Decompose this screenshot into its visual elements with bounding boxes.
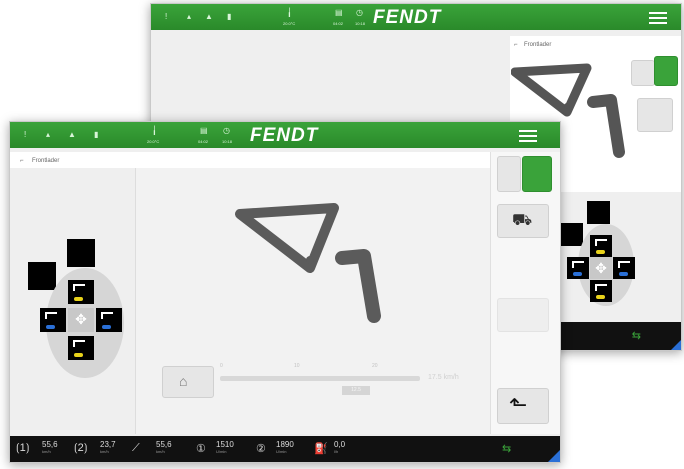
loader-icon: ⌐ — [514, 42, 518, 48]
fendt-logo: FENDT — [373, 7, 442, 28]
joystick-center-icon: ✥ — [590, 257, 612, 279]
loader-icon: ⌐ — [20, 158, 24, 164]
temp-label: 20.0°C — [147, 139, 160, 144]
cycle-icon[interactable]: ⇆ — [632, 329, 641, 342]
temp-label: 20.0°C — [283, 21, 296, 26]
black-square — [587, 201, 610, 224]
front-window: ! ▴ ▲ ▮ ╽ 20.0°C ▤ 04:02 ◷ 10:18 FENDT ⌐… — [9, 121, 561, 463]
corner-indicator — [548, 450, 560, 462]
section-title: Frontlader — [32, 158, 60, 164]
joystick-up-button[interactable] — [68, 280, 94, 304]
slider-tick: 10 — [294, 363, 300, 369]
clock-icon: ◷ — [223, 126, 230, 135]
mode-button-left[interactable] — [497, 156, 521, 192]
bottom-item: 1510 U/min — [216, 440, 234, 454]
joystick-down-button[interactable] — [590, 280, 612, 302]
signal-icon: ▴ — [46, 130, 51, 139]
battery-icon: ▮ — [94, 130, 99, 139]
black-square — [560, 223, 583, 246]
bottom-item: 55,6 km/h — [42, 440, 58, 454]
time-label: 10:18 — [355, 21, 366, 26]
bottom-bar: ⟮1⟯ 55,6 km/h ⟮2⟯ 23,7 km/h ⟋ 55,6 km/h ① 1… — [10, 436, 560, 462]
menu-button[interactable] — [519, 127, 537, 145]
cycle-icon[interactable]: ⇆ — [502, 442, 511, 455]
slider-tick: 0 — [220, 363, 223, 369]
pto-1-icon: ① — [196, 443, 206, 455]
mode-button-active[interactable] — [654, 56, 678, 86]
loader-mode-icon: ⌂ — [179, 373, 188, 389]
fuel-icon: ⛽ — [314, 443, 328, 455]
disabled-loader-button[interactable] — [497, 298, 549, 332]
thermometer-icon: ╽ — [152, 126, 157, 135]
rear-speed-icon: ⟮2⟯ — [74, 442, 88, 454]
status-icon: ! — [24, 130, 27, 139]
loader-button[interactable] — [637, 98, 673, 132]
slope-icon: ⟋ — [132, 442, 140, 454]
black-square — [28, 262, 56, 290]
mode-button-active[interactable] — [522, 156, 552, 192]
front-speed-icon: ⟮1⟯ — [16, 442, 30, 454]
back-button[interactable]: ⬑ — [497, 388, 549, 424]
back-topbar: ! ▴ ▲ ▮ ╽ 20.0°C ▤ 04:02 ◷ 10:18 FENDT — [151, 4, 681, 30]
menu-button[interactable] — [649, 9, 667, 27]
tractor-icon: ⛟ — [512, 212, 533, 229]
speed-readout: 17.5 km/h — [428, 374, 459, 381]
battery-icon: ▮ — [227, 12, 232, 21]
slider-tick: 20 — [372, 363, 378, 369]
bottom-item: 1890 U/min — [276, 440, 294, 454]
bottom-item: 0,0 l/h — [334, 440, 346, 454]
front-title-bar: ⌐ Frontlader — [10, 152, 490, 168]
status-label: 04:02 — [333, 21, 344, 26]
bottom-item: 55,6 km/h — [156, 440, 172, 454]
clock-icon: ◷ — [356, 8, 363, 17]
status-label: 04:02 — [198, 139, 209, 144]
joystick-panel: ✥ — [10, 168, 136, 434]
gauge-icon: ▤ — [200, 126, 208, 135]
back-title-bar: ⌐ Frontlader — [510, 36, 681, 52]
loader-mode-button[interactable]: ⌂ — [162, 366, 214, 398]
bottom-item: 23,7 km/h — [100, 440, 116, 454]
mode-button-left[interactable] — [631, 60, 655, 86]
fendt-logo: FENDT — [250, 125, 319, 146]
joystick-right-button[interactable] — [613, 257, 635, 279]
section-title: Frontlader — [524, 42, 552, 48]
thermometer-icon: ╽ — [287, 8, 292, 17]
front-topbar: ! ▴ ▲ ▮ ╽ 20.0°C ▤ 04:02 ◷ 10:18 FENDT — [10, 122, 560, 148]
joystick-down-button[interactable] — [68, 336, 94, 360]
network-icon: ▲ — [68, 130, 76, 139]
corner-indicator — [671, 340, 681, 350]
black-square — [67, 239, 95, 267]
status-icon: ! — [165, 12, 168, 21]
joystick-right-button[interactable] — [96, 308, 122, 332]
tractor-button[interactable]: ⛟ — [497, 204, 549, 238]
front-loader-graphic — [235, 203, 381, 323]
gauge-icon: ▤ — [335, 8, 343, 17]
time-label: 10:18 — [222, 139, 233, 144]
joystick-left-button[interactable] — [40, 308, 66, 332]
back-arrow-icon: ⬑ — [509, 392, 528, 417]
slider-value-box: 12.5 — [342, 386, 370, 395]
signal-icon: ▴ — [187, 12, 192, 21]
joystick-up-button[interactable] — [590, 235, 612, 257]
main-area: ⌂ 0 10 20 12.5 17.5 km/h — [136, 168, 490, 434]
network-icon: ▲ — [205, 12, 213, 21]
joystick-left-button[interactable] — [567, 257, 589, 279]
pto-2-icon: ② — [256, 443, 266, 455]
joystick-center-icon: ✥ — [68, 308, 94, 332]
speed-slider[interactable] — [220, 376, 420, 381]
